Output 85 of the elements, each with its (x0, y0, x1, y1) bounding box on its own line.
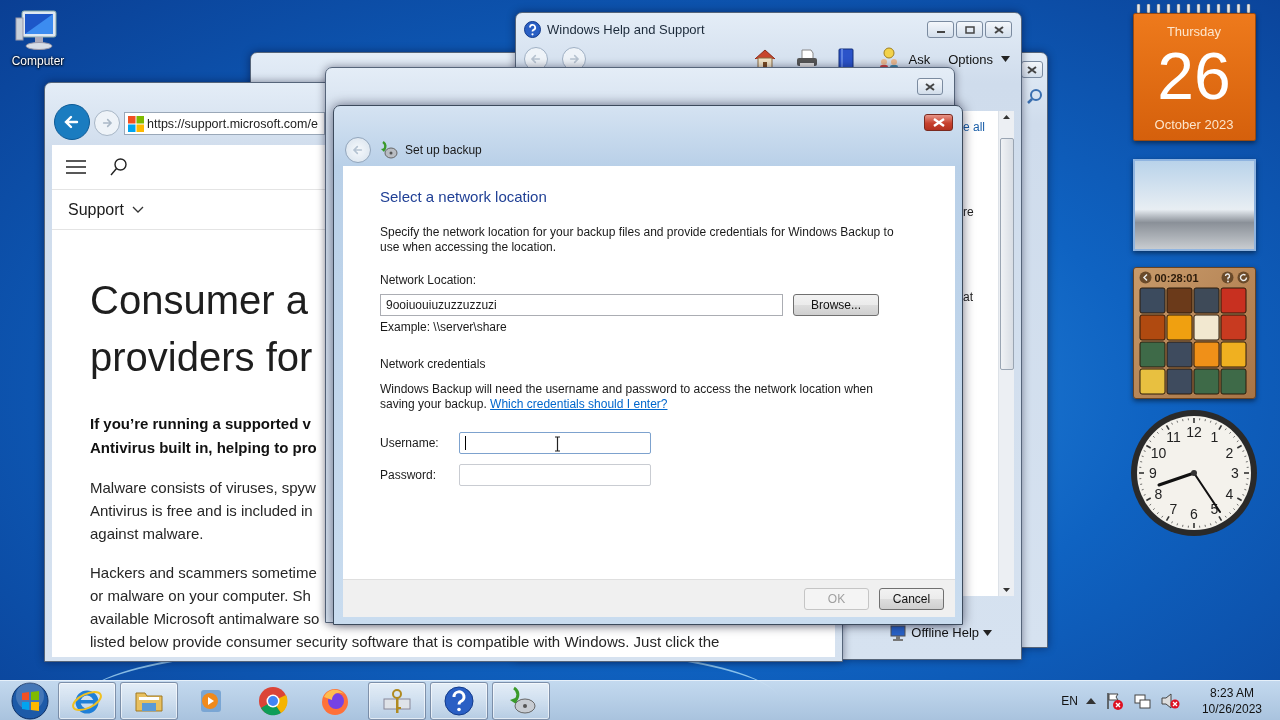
clock-numeral: 8 (1154, 485, 1163, 502)
caret-down-icon (1003, 588, 1010, 592)
clock-date[interactable]: 10/26/2023 (1201, 700, 1262, 717)
close-button[interactable] (917, 78, 943, 95)
clock-numeral: 6 (1190, 506, 1198, 522)
taskbar-button[interactable] (430, 681, 488, 720)
help-icon[interactable] (1220, 271, 1234, 284)
taskbar-button[interactable] (492, 681, 550, 720)
help-icon (443, 684, 475, 717)
paragraph-text: Malware consists of viruses, spyw Antivirus is free and is included in against malware. (90, 478, 316, 544)
desktop-icon-label[interactable]: Computer (11, 54, 65, 68)
body-text: at (963, 289, 974, 305)
clock-numeral: 12 (1186, 424, 1202, 440)
day-number: 26 (1157, 41, 1231, 111)
browse-button[interactable]: Browse... (793, 294, 879, 316)
printer-icon[interactable] (794, 48, 819, 70)
field-label: Username: (380, 436, 440, 450)
clock-numeral: 3 (1231, 465, 1239, 481)
chevron-down-icon (132, 205, 145, 214)
bold-paragraph: If you’re running a supported v Antivirus built in, helping to pro (90, 414, 317, 458)
menu-button[interactable] (66, 160, 86, 174)
address-field[interactable]: https://support.microsoft.com/e (124, 112, 325, 135)
close-icon (1027, 65, 1037, 74)
paragraph-text: listed below provide consumer security software that is compatible with Windows. Just click the (90, 632, 720, 652)
close-icon (932, 118, 945, 127)
caret-up-icon[interactable] (1085, 697, 1096, 704)
taskbar-button[interactable] (58, 681, 116, 720)
help-icon (524, 21, 541, 38)
body-text: re (963, 204, 975, 220)
network-location-field[interactable]: 9ooiuouiuzuzzuzzuzi (380, 294, 783, 316)
tricolor-circle-logo-icon (257, 684, 289, 717)
search-icon (110, 158, 127, 176)
close-icon (925, 82, 935, 91)
description-text: Specify the network location for your backup files and provide credentials for Windows Backup to use when accessing the location. (380, 225, 895, 255)
help-link[interactable]: Which credentials should I enter? (490, 397, 668, 411)
refresh-icon[interactable] (1236, 271, 1250, 284)
credentials-text: Windows Backup will need the username and password to access the network location when saving your backup. Which credentials should I enter? (380, 382, 874, 412)
search-icon[interactable] (1027, 88, 1043, 104)
timer-text: 00:28:01 (1154, 271, 1200, 284)
text-field[interactable] (459, 464, 651, 486)
example-text: Example: \\server\share (380, 320, 508, 335)
caret-up-icon (1003, 115, 1010, 119)
clock-time[interactable]: 8:23 AM (1209, 684, 1254, 701)
caret-down-icon (983, 630, 992, 636)
dialog-title: Set up backup (405, 143, 482, 157)
close-button[interactable] (985, 21, 1012, 38)
close-button[interactable] (1021, 61, 1043, 78)
clock-numeral: 2 (1225, 444, 1234, 461)
weekday-text: Thursday (1166, 23, 1222, 41)
text-cursor-icon (554, 436, 561, 452)
vertical-scrollbar[interactable] (998, 111, 1014, 596)
close-icon (993, 25, 1004, 34)
clock-numeral: 1 (1210, 429, 1219, 446)
clock-numeral: 9 (1149, 465, 1157, 481)
link-text[interactable]: e all (963, 119, 998, 135)
monitor-icon (889, 625, 908, 641)
text-field[interactable] (459, 432, 651, 454)
clock-numeral: 11 (1166, 429, 1181, 446)
minimize-button[interactable] (927, 21, 954, 38)
windows-logo-icon (10, 680, 50, 720)
window-title: Windows Help and Support (547, 22, 706, 37)
book-icon[interactable] (836, 48, 855, 70)
clock-numeral: 10 (1150, 444, 1167, 461)
back-button[interactable] (54, 104, 90, 140)
maximize-button[interactable] (956, 21, 983, 38)
caret-down-icon (1001, 56, 1010, 62)
page-heading: Consumer a providers for (90, 277, 313, 381)
section-heading: Network credentials (380, 357, 487, 372)
offline-help-menu[interactable]: Offline Help (889, 625, 992, 641)
clock-numeral: 4 (1225, 485, 1234, 502)
field-label: Password: (380, 468, 438, 482)
clock-numeral: 7 (1169, 500, 1178, 517)
four-squares-logo-icon (128, 115, 144, 132)
menu-icon (66, 160, 86, 174)
options-menu[interactable]: Options (944, 51, 1014, 67)
search-button[interactable] (110, 158, 127, 176)
language-indicator[interactable]: EN (1061, 693, 1078, 708)
speaker-muted-icon[interactable] (1159, 690, 1180, 711)
close-button[interactable] (924, 114, 953, 131)
month-year-text: October 2023 (1154, 116, 1234, 134)
field-label: Network Location: (380, 273, 478, 288)
restore-icon (964, 25, 975, 34)
dialog-button[interactable]: Cancel (879, 587, 944, 610)
dialog-heading: Select a network location (380, 187, 548, 207)
support-menu[interactable]: Support (68, 200, 145, 219)
